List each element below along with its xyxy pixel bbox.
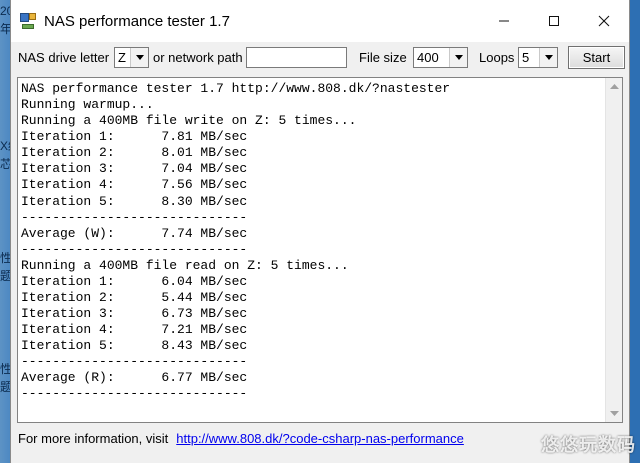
- file-size-select[interactable]: 400: [413, 47, 468, 68]
- output-line: Running warmup...: [21, 97, 154, 113]
- output-line: Iteration 4: 7.56 MB/sec: [21, 177, 248, 193]
- output-line: Iteration 2: 5.44 MB/sec: [21, 290, 248, 306]
- minimize-button[interactable]: [479, 0, 529, 42]
- output-line: NAS performance tester 1.7 http://www.80…: [21, 81, 451, 96]
- network-path-label: or network path: [153, 50, 243, 65]
- chevron-down-icon[interactable]: [539, 48, 557, 67]
- watermark-logo: 悠悠玩数码: [541, 435, 636, 456]
- window-controls: [479, 0, 629, 42]
- scroll-down-icon: [609, 411, 619, 416]
- network-path-input[interactable]: [246, 47, 347, 68]
- output-line: Average (R): 6.77 MB/sec: [21, 370, 248, 386]
- output-line: Iteration 4: 7.21 MB/sec: [21, 322, 248, 338]
- output-line: -----------------------------: [21, 241, 248, 257]
- toolbar: NAS drive letter Z or network path File …: [11, 46, 629, 72]
- app-window: NAS performance tester 1.7 NAS drive let…: [10, 0, 630, 463]
- loops-select[interactable]: 5: [518, 47, 558, 68]
- loops-value: 5: [522, 50, 530, 65]
- file-size-label: File size: [359, 50, 407, 65]
- desktop-background: 20 年 X终 芯 性 题 性 题 NAS performance tester…: [0, 0, 640, 463]
- output-line: Average (W): 7.74 MB/sec: [21, 225, 248, 241]
- maximize-icon: [549, 16, 559, 26]
- scroll-up-icon: [609, 84, 619, 89]
- output-line: Running a 400MB file read on Z: 5 times.…: [21, 257, 349, 273]
- footer: For more information, visit http://www.80…: [18, 431, 464, 446]
- output-line: Iteration 2: 8.01 MB/sec: [21, 145, 248, 161]
- output-text: NAS performance tester 1.7 http://www.80…: [21, 81, 601, 403]
- footer-info-text: For more information, visit: [18, 431, 169, 446]
- drive-letter-select[interactable]: Z: [114, 47, 149, 68]
- output-line: Running a 400MB file write on Z: 5 times…: [21, 113, 357, 129]
- output-line: Iteration 3: 6.73 MB/sec: [21, 306, 248, 322]
- chevron-down-icon[interactable]: [449, 48, 467, 67]
- project-link[interactable]: http://www.808.dk/?code-csharp-nas-perfo…: [176, 431, 464, 446]
- chevron-down-icon[interactable]: [130, 48, 148, 67]
- scroll-down-button[interactable]: [606, 405, 622, 422]
- output-line: Iteration 1: 6.04 MB/sec: [21, 273, 248, 289]
- minimize-icon: [499, 20, 509, 22]
- window-title: NAS performance tester 1.7: [44, 12, 230, 30]
- drive-letter-value: Z: [118, 50, 126, 65]
- start-button[interactable]: Start: [568, 46, 625, 69]
- vertical-scrollbar[interactable]: [605, 78, 622, 422]
- drive-letter-label: NAS drive letter: [18, 50, 110, 65]
- maximize-button[interactable]: [529, 0, 579, 42]
- output-line: -----------------------------: [21, 386, 248, 402]
- close-button[interactable]: [579, 0, 629, 42]
- output-line: Iteration 5: 8.30 MB/sec: [21, 193, 248, 209]
- scroll-up-button[interactable]: [606, 78, 622, 95]
- output-line: Iteration 3: 7.04 MB/sec: [21, 161, 248, 177]
- title-bar[interactable]: NAS performance tester 1.7: [11, 0, 629, 42]
- output-textbox[interactable]: NAS performance tester 1.7 http://www.80…: [17, 77, 623, 423]
- output-line: -----------------------------: [21, 209, 248, 225]
- output-line: Iteration 5: 8.43 MB/sec: [21, 338, 248, 354]
- output-line: -----------------------------: [21, 354, 248, 370]
- app-icon: [20, 13, 36, 29]
- output-line: Iteration 1: 7.81 MB/sec: [21, 129, 248, 145]
- loops-label: Loops: [479, 50, 515, 65]
- close-icon: [598, 15, 610, 27]
- file-size-value: 400: [417, 50, 439, 65]
